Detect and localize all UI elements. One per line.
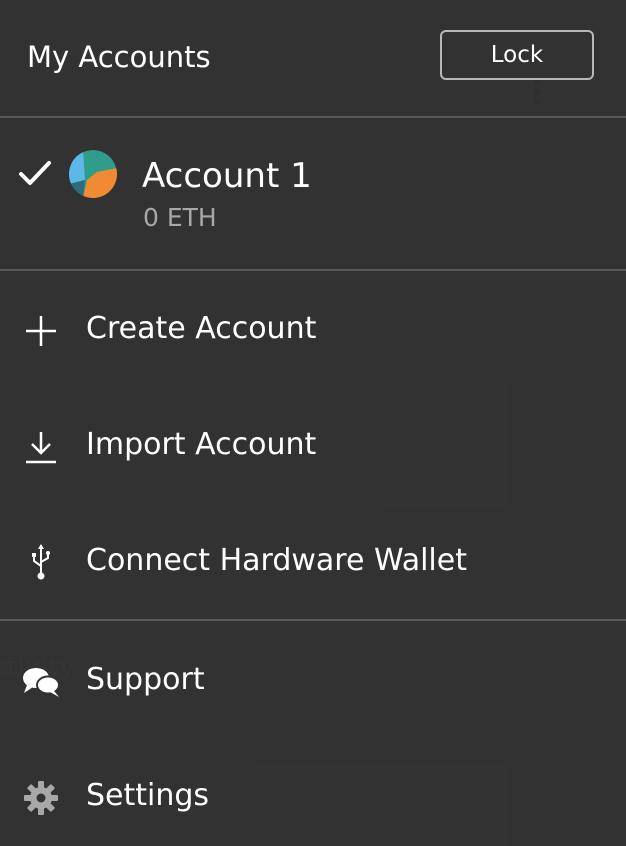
connect-hardware-wallet-item[interactable]: Connect Hardware Wallet	[0, 524, 626, 600]
support-item[interactable]: Support	[0, 643, 626, 719]
chat-bubbles-icon	[20, 661, 62, 703]
create-account-label: Create Account	[86, 311, 317, 346]
download-icon	[20, 426, 62, 468]
settings-item[interactable]: Settings	[0, 759, 626, 835]
accounts-divider	[0, 269, 626, 271]
account-avatar	[69, 150, 117, 198]
account-item[interactable]: Account 1 0 ETH	[0, 140, 626, 250]
check-icon	[19, 161, 51, 185]
connect-hardware-wallet-label: Connect Hardware Wallet	[86, 543, 467, 578]
import-account-item[interactable]: Import Account	[0, 408, 626, 484]
menu-title: My Accounts	[27, 40, 211, 74]
support-label: Support	[86, 662, 205, 697]
create-account-item[interactable]: Create Account	[0, 292, 626, 368]
account-name: Account 1	[142, 156, 312, 196]
settings-label: Settings	[86, 778, 210, 813]
actions-divider	[0, 619, 626, 621]
usb-icon	[20, 542, 62, 584]
lock-button[interactable]: Lock	[440, 30, 594, 80]
gear-icon	[20, 777, 62, 819]
header-divider	[0, 116, 626, 118]
account-balance: 0 ETH	[143, 203, 217, 232]
plus-icon	[20, 310, 62, 352]
account-menu: My Accounts Lock Account 1 0 ETH Create …	[0, 0, 626, 846]
account-menu-header: My Accounts Lock	[0, 0, 626, 117]
import-account-label: Import Account	[86, 427, 317, 462]
